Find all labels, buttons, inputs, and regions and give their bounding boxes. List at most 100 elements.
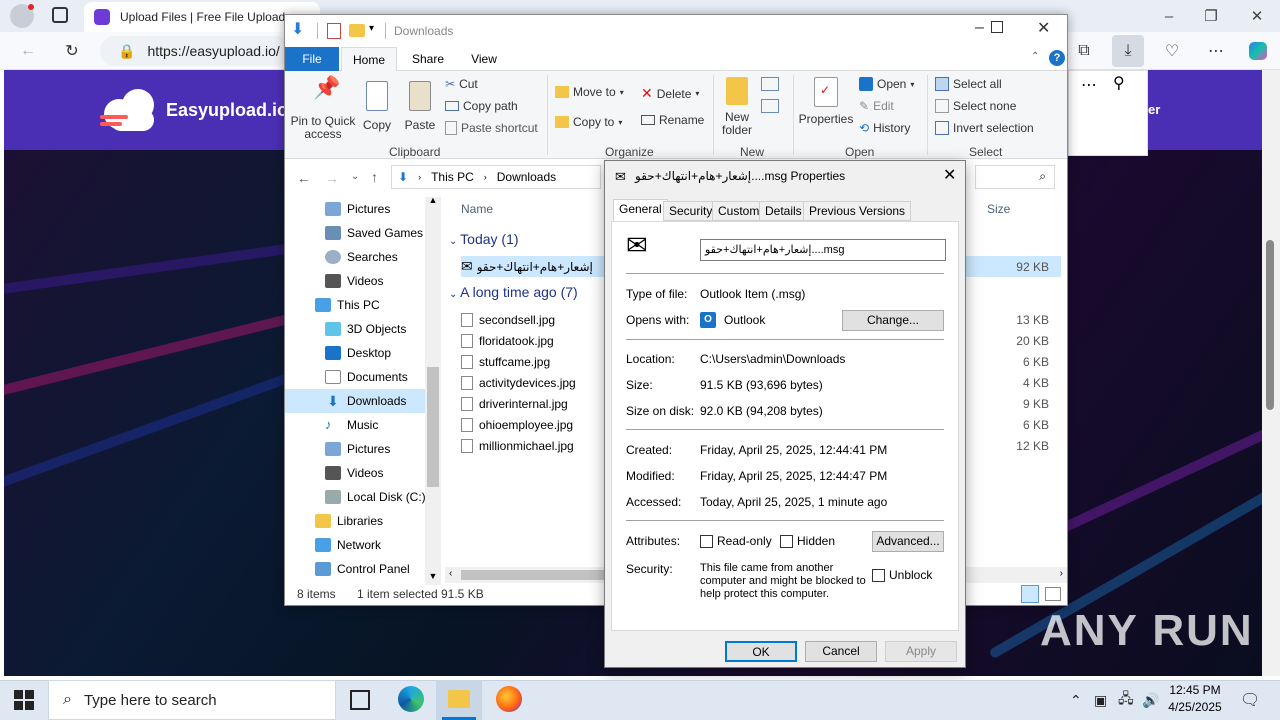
nav-item-videos-2[interactable]: Videos bbox=[285, 461, 425, 485]
scrollbar-thumb[interactable] bbox=[1266, 240, 1274, 410]
more-menu-icon[interactable]: ⋯ bbox=[1200, 35, 1232, 67]
ok-button[interactable]: OK bbox=[725, 641, 797, 662]
navpane-scroll-thumb[interactable] bbox=[427, 367, 439, 487]
new-folder-button[interactable]: New folder bbox=[717, 77, 757, 137]
cut-button[interactable]: ✂ Cut bbox=[445, 77, 478, 91]
scroll-left-icon[interactable]: ‹ bbox=[449, 568, 452, 579]
select-all-button[interactable]: Select all bbox=[935, 77, 1002, 91]
notifications-icon[interactable]: 🗨 bbox=[1240, 680, 1260, 720]
nav-item-libraries[interactable]: Libraries bbox=[285, 509, 425, 533]
change-button[interactable]: Change... bbox=[842, 310, 944, 331]
refresh-icon[interactable]: ↻ bbox=[56, 35, 88, 67]
tab-custom[interactable]: Custom bbox=[712, 201, 766, 221]
move-to-button[interactable]: Move to ▾ bbox=[555, 85, 624, 99]
nav-item-3d-objects[interactable]: 3D Objects bbox=[285, 317, 425, 341]
nav-back-icon[interactable]: ← bbox=[297, 170, 311, 186]
browser-essentials-icon[interactable]: ♡ bbox=[1156, 35, 1188, 67]
nav-item-control-panel[interactable]: Control Panel bbox=[285, 557, 425, 581]
tab-general[interactable]: General bbox=[613, 199, 668, 222]
explorer-taskbar-button[interactable] bbox=[436, 680, 482, 720]
nav-item-this-pc[interactable]: This PC bbox=[285, 293, 425, 317]
select-none-button[interactable]: Select none bbox=[935, 99, 1016, 113]
recent-locations-icon[interactable]: ⌄ bbox=[351, 171, 359, 182]
nav-item-music[interactable]: ♪ Music bbox=[285, 413, 425, 437]
open-button[interactable]: Open ▾ bbox=[859, 77, 914, 91]
nav-item-searches[interactable]: Searches bbox=[285, 245, 425, 269]
delete-button[interactable]: ✕ Delete ▾ bbox=[641, 85, 699, 102]
nav-item-network[interactable]: Network bbox=[285, 533, 425, 557]
apply-button[interactable]: Apply bbox=[885, 641, 957, 662]
paste-shortcut-button[interactable]: Paste shortcut bbox=[445, 121, 538, 135]
rename-button[interactable]: Rename bbox=[641, 113, 704, 127]
edit-button[interactable]: ✎ Edit bbox=[859, 99, 894, 113]
pin-icon[interactable]: ⚲ bbox=[1113, 73, 1125, 93]
taskbar-search[interactable]: ⌕ Type here to search bbox=[48, 680, 336, 720]
help-icon[interactable]: ? bbox=[1049, 50, 1065, 66]
nav-item-downloads[interactable]: ⬇ Downloads bbox=[285, 389, 425, 413]
edge-taskbar-icon[interactable] bbox=[398, 686, 424, 712]
tab-file[interactable]: File bbox=[285, 47, 339, 71]
explorer-close-button[interactable]: ✕ bbox=[1037, 18, 1050, 38]
new-folder-quick-icon[interactable] bbox=[349, 24, 365, 37]
address-bar[interactable]: 🔒 https://easyupload.io/ bbox=[100, 36, 290, 66]
navpane-scrollbar[interactable]: ▲ ▼ bbox=[425, 195, 441, 585]
back-arrow-icon[interactable]: ← bbox=[12, 35, 44, 67]
group-header-long-ago[interactable]: ⌄ A long time ago (7) bbox=[449, 284, 578, 300]
task-view-icon[interactable] bbox=[350, 690, 370, 710]
scroll-down-icon[interactable]: ▼ bbox=[425, 571, 441, 581]
easy-access-icon[interactable] bbox=[761, 99, 779, 113]
nav-item-saved-games[interactable]: Saved Games bbox=[285, 221, 425, 245]
nav-item-documents[interactable]: Documents bbox=[285, 365, 425, 389]
large-icons-view-icon[interactable] bbox=[1045, 587, 1061, 601]
nav-item-pictures[interactable]: Pictures bbox=[285, 197, 425, 221]
explorer-maximize-button[interactable] bbox=[991, 21, 1003, 33]
tab-actions-icon[interactable] bbox=[52, 7, 68, 23]
checkbox-box[interactable] bbox=[780, 534, 793, 548]
history-button[interactable]: ⟲ History bbox=[859, 121, 910, 135]
firefox-taskbar-icon[interactable] bbox=[496, 686, 522, 712]
group-header-today[interactable]: ⌄ Today (1) bbox=[449, 231, 519, 247]
tray-device-icon[interactable]: ▣ bbox=[1094, 680, 1107, 720]
site-logo[interactable]: Easyupload.io bbox=[100, 84, 290, 136]
readonly-checkbox[interactable]: Read-only bbox=[700, 534, 772, 548]
tab-view[interactable]: View bbox=[457, 47, 511, 71]
scroll-up-icon[interactable]: ▲ bbox=[425, 195, 441, 205]
browser-minimize-button[interactable]: – bbox=[1146, 0, 1192, 32]
filename-input[interactable]: إشعار+هام+انتهاك+حقو....msg bbox=[700, 239, 946, 261]
browser-scrollbar[interactable] bbox=[1262, 70, 1280, 676]
browser-maximize-button[interactable]: ❐ bbox=[1188, 0, 1234, 32]
nav-item-pictures-2[interactable]: Pictures bbox=[285, 437, 425, 461]
nav-item-desktop[interactable]: Desktop bbox=[285, 341, 425, 365]
copilot-icon[interactable] bbox=[1242, 35, 1274, 67]
invert-selection-button[interactable]: Invert selection bbox=[935, 121, 1034, 135]
tab-security[interactable]: Security bbox=[663, 201, 719, 221]
nav-item-local-disk[interactable]: Local Disk (C:) bbox=[285, 485, 426, 509]
column-header-name[interactable]: Name bbox=[461, 202, 493, 216]
downloads-icon[interactable]: ⤓ bbox=[1112, 35, 1144, 67]
network-tray-icon[interactable]: 🖧 bbox=[1118, 680, 1134, 720]
customize-quick-access-icon[interactable]: ▾ bbox=[369, 23, 374, 34]
pin-quick-access-button[interactable]: 📌 Pin to Quick access bbox=[289, 77, 357, 141]
paste-button[interactable]: Paste bbox=[401, 81, 439, 132]
more-icon[interactable]: ⋯ bbox=[1081, 75, 1097, 95]
nav-up-icon[interactable]: ↑ bbox=[371, 169, 378, 185]
search-downloads-input[interactable]: ⌕ bbox=[975, 165, 1055, 189]
tab-share[interactable]: Share bbox=[401, 47, 455, 71]
scroll-right-icon[interactable]: › bbox=[1060, 568, 1063, 579]
volume-icon[interactable]: 🔊 bbox=[1142, 680, 1159, 720]
tab-previous-versions[interactable]: Previous Versions bbox=[803, 201, 912, 221]
copy-to-button[interactable]: Copy to ▾ bbox=[555, 115, 622, 129]
unblock-checkbox[interactable]: Unblock bbox=[872, 568, 932, 582]
dialog-close-button[interactable]: ✕ bbox=[943, 165, 956, 185]
properties-quick-icon[interactable] bbox=[327, 23, 341, 39]
copy-path-button[interactable]: Copy path bbox=[445, 99, 518, 113]
copy-button[interactable]: Copy bbox=[359, 81, 395, 132]
checkbox-box[interactable] bbox=[872, 568, 885, 582]
column-header-size[interactable]: Size bbox=[987, 202, 1010, 216]
breadcrumb-downloads[interactable]: Downloads bbox=[497, 170, 556, 184]
site-nav-partial-text[interactable]: er bbox=[1148, 102, 1160, 117]
collapse-ribbon-icon[interactable]: ⌃ bbox=[1031, 51, 1039, 62]
checkbox-box[interactable] bbox=[700, 534, 713, 548]
tab-details[interactable]: Details bbox=[759, 201, 808, 221]
advanced-button[interactable]: Advanced... bbox=[872, 531, 944, 552]
